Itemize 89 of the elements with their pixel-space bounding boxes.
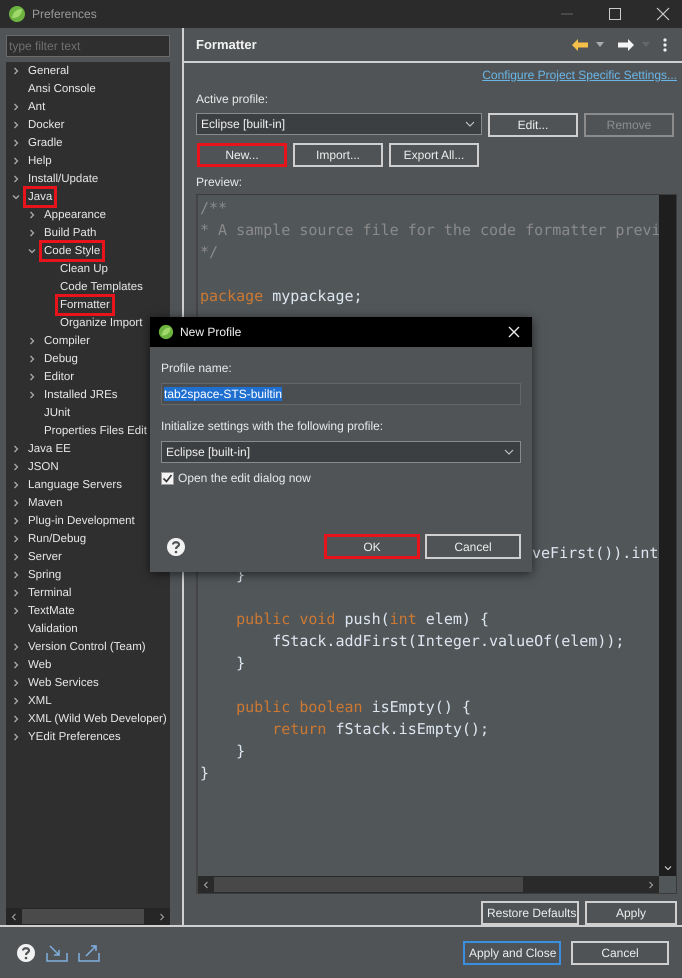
collapsed-chevron-icon[interactable] <box>12 175 20 183</box>
collapsed-chevron-icon[interactable] <box>12 103 20 111</box>
expanded-chevron-icon[interactable] <box>28 247 36 255</box>
code-line: */ <box>200 242 218 263</box>
collapsed-chevron-icon[interactable] <box>12 661 20 669</box>
tree-item[interactable]: Code Style <box>39 240 106 262</box>
code-line: } <box>200 763 210 784</box>
horizontal-scrollbar[interactable] <box>198 876 659 893</box>
collapsed-chevron-icon[interactable] <box>12 121 20 129</box>
collapsed-chevron-icon[interactable] <box>12 463 20 471</box>
page-title: Formatter <box>196 37 257 52</box>
tree-item[interactable]: Formatter <box>55 294 115 316</box>
caret-icon <box>465 121 475 127</box>
dialog-button[interactable]: OK <box>324 534 420 559</box>
collapsed-chevron-icon[interactable] <box>12 553 20 561</box>
collapsed-chevron-icon[interactable] <box>12 571 20 579</box>
code-line: } <box>235 653 246 674</box>
profile-button[interactable]: Edit... <box>488 113 578 137</box>
tree-item[interactable]: Java <box>23 186 58 208</box>
profile-button[interactable]: Export All... <box>389 143 479 167</box>
collapsed-chevron-icon[interactable] <box>12 157 20 165</box>
caret-icon <box>504 449 514 455</box>
code-line: public boolean isEmpty() { <box>235 697 471 718</box>
export-icon[interactable] <box>78 944 100 962</box>
collapsed-chevron-icon[interactable] <box>12 679 20 687</box>
restore-defaults-button[interactable]: Restore Defaults <box>481 901 579 925</box>
scroll-left-icon[interactable] <box>202 880 210 888</box>
vertical-scrollbar[interactable] <box>659 195 676 876</box>
code-line: package mypackage; <box>200 286 363 307</box>
maximize-icon[interactable] <box>608 7 622 21</box>
collapsed-chevron-icon[interactable] <box>12 607 20 615</box>
apply-button[interactable]: Apply <box>585 901 677 925</box>
scroll-right-icon[interactable] <box>158 912 166 920</box>
collapsed-chevron-icon[interactable] <box>28 373 36 381</box>
code-line: /** <box>200 198 228 219</box>
scroll-right-icon[interactable] <box>647 880 655 888</box>
collapsed-chevron-icon[interactable] <box>12 445 20 453</box>
horizontal-scrollbar[interactable] <box>6 908 170 925</box>
code-line: return fStack.isEmpty(); <box>271 719 489 740</box>
help-icon[interactable] <box>16 942 36 962</box>
collapsed-chevron-icon[interactable] <box>28 355 36 363</box>
collapsed-chevron-icon[interactable] <box>28 229 36 237</box>
expanded-chevron-icon[interactable] <box>12 193 20 201</box>
collapsed-chevron-icon[interactable] <box>12 517 20 525</box>
dialog-title: New Profile <box>180 325 242 339</box>
code-line: veFirst()).int <box>532 543 658 564</box>
code-line: public void push(int elem) { <box>235 609 489 630</box>
collapsed-chevron-icon[interactable] <box>12 535 20 543</box>
scroll-left-icon[interactable] <box>10 912 18 920</box>
collapsed-chevron-icon[interactable] <box>12 499 20 507</box>
profile-button[interactable]: Import... <box>293 143 383 167</box>
initialize-label: Initialize settings with the following profile: <box>161 419 384 434</box>
checkbox-label[interactable]: Open the edit dialog now <box>178 471 311 485</box>
import-icon[interactable] <box>46 944 68 962</box>
collapsed-chevron-icon[interactable] <box>12 481 20 489</box>
footer-button[interactable]: Apply and Close <box>463 940 561 964</box>
profile-button[interactable]: New... <box>197 143 287 167</box>
window-title: Preferences <box>32 7 97 21</box>
preview-label: Preview: <box>196 175 244 190</box>
close-icon[interactable] <box>656 7 670 21</box>
collapsed-chevron-icon[interactable] <box>12 589 20 597</box>
caret-icon[interactable] <box>596 42 604 48</box>
menu-icon[interactable] <box>663 38 667 52</box>
filter-field[interactable]: type filter text <box>6 35 170 57</box>
collapsed-chevron-icon[interactable] <box>28 211 36 219</box>
footer-button[interactable]: Cancel <box>571 940 669 964</box>
collapsed-chevron-icon[interactable] <box>12 139 20 147</box>
code-line: } <box>235 741 246 762</box>
profile-name-field[interactable]: tab2space-STS-builtin <box>161 383 521 405</box>
help-icon[interactable] <box>166 536 186 556</box>
profile-name-label: Profile name: <box>161 361 233 376</box>
collapsed-chevron-icon[interactable] <box>12 715 20 723</box>
back-arrow-icon[interactable] <box>571 38 589 52</box>
dialog-button[interactable]: Cancel <box>425 534 521 559</box>
collapsed-chevron-icon[interactable] <box>28 391 36 399</box>
leaf-logo-icon <box>8 5 26 23</box>
collapsed-chevron-icon[interactable] <box>12 697 20 705</box>
code-line: fStack.addFirst(Integer.valueOf(elem)); <box>271 631 624 652</box>
leaf-logo-icon <box>158 324 174 340</box>
forward-arrow-icon[interactable] <box>617 38 635 52</box>
collapsed-chevron-icon[interactable] <box>12 733 20 741</box>
collapsed-chevron-icon[interactable] <box>28 337 36 345</box>
collapsed-chevron-icon[interactable] <box>12 643 20 651</box>
profile-dropdown[interactable]: Eclipse [built-in] <box>196 113 482 135</box>
active-profile-label: Active profile: <box>196 92 270 107</box>
scroll-down-icon[interactable] <box>664 864 672 872</box>
profile-dropdown[interactable]: Eclipse [built-in] <box>161 441 521 463</box>
collapsed-chevron-icon[interactable] <box>12 67 20 75</box>
checkbox[interactable] <box>161 472 174 484</box>
